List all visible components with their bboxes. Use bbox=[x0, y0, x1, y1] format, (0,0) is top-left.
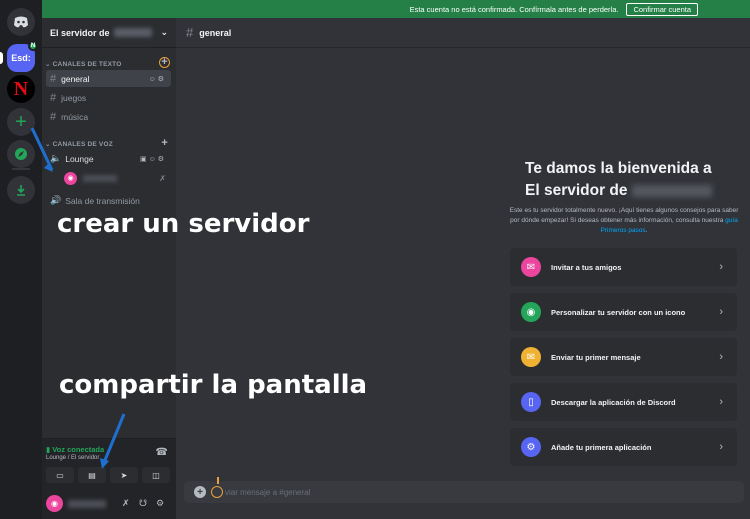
annotation-arrows bbox=[30, 127, 219, 484]
arrow-to-share-screen bbox=[101, 413, 126, 466]
arrow-head bbox=[100, 458, 109, 469]
